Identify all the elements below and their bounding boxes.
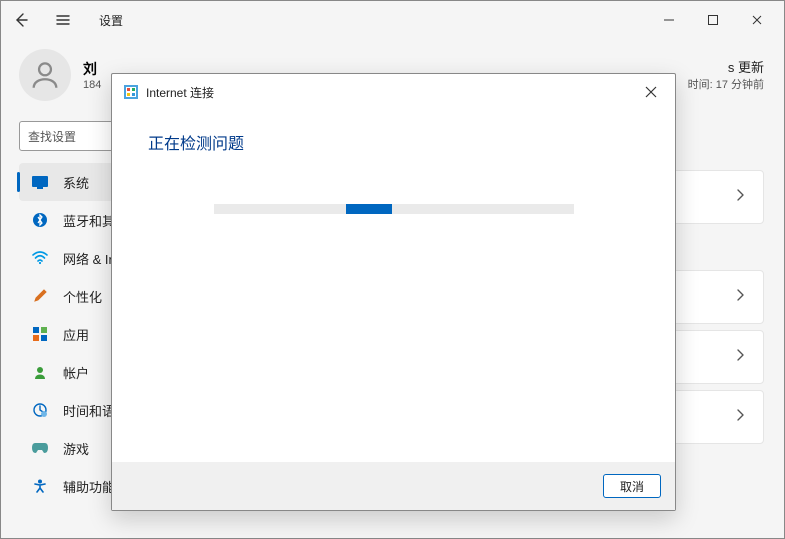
window-title: 设置: [99, 12, 123, 29]
account-icon: [31, 363, 49, 381]
nav-label: 时间和语: [63, 401, 115, 420]
nav-label: 帐户: [63, 363, 89, 382]
brush-icon: [31, 287, 49, 305]
progress-bar: [214, 204, 574, 214]
nav-label: 网络 & In: [63, 249, 116, 268]
bluetooth-icon: [31, 211, 49, 229]
maximize-icon: [707, 14, 719, 26]
update-subtitle: 时间: 17 分钟前: [688, 76, 764, 92]
clock-icon: [31, 401, 49, 419]
hamburger-icon: [55, 12, 71, 28]
chevron-right-icon: [735, 348, 745, 367]
nav-label: 应用: [63, 325, 89, 344]
apps-icon: [31, 325, 49, 343]
menu-button[interactable]: [51, 8, 75, 32]
search-placeholder: 查找设置: [28, 128, 76, 145]
dialog-close-button[interactable]: [639, 80, 663, 104]
chevron-right-icon: [735, 408, 745, 427]
update-info: s 更新 时间: 17 分钟前: [688, 57, 764, 92]
close-button[interactable]: [748, 11, 766, 29]
gamepad-icon: [31, 439, 49, 457]
nav-label: 系统: [63, 173, 89, 192]
user-info: 刘 184: [83, 59, 101, 91]
close-icon: [645, 86, 657, 98]
nav-label: 蓝牙和其: [63, 211, 115, 230]
cancel-button[interactable]: 取消: [603, 474, 661, 498]
titlebar: 设置: [1, 1, 784, 39]
wifi-icon: [31, 249, 49, 267]
user-detail: 184: [83, 79, 101, 91]
minimize-button[interactable]: [660, 11, 678, 29]
dialog-title: Internet 连接: [146, 84, 214, 101]
progress-fill: [346, 204, 392, 214]
dialog-footer: 取消: [112, 462, 675, 510]
diagnostic-icon: [124, 85, 138, 99]
back-button[interactable]: [9, 8, 33, 32]
user-icon: [28, 58, 62, 92]
maximize-button[interactable]: [704, 11, 722, 29]
dialog-header: Internet 连接: [112, 74, 675, 110]
close-icon: [751, 14, 763, 26]
accessibility-icon: [31, 477, 49, 495]
user-name: 刘: [83, 59, 101, 79]
arrow-left-icon: [13, 12, 29, 28]
window-controls: [660, 11, 776, 29]
avatar: [19, 49, 71, 101]
system-icon: [31, 173, 49, 191]
update-title: s 更新: [688, 57, 764, 76]
minimize-icon: [663, 14, 675, 26]
troubleshoot-dialog: Internet 连接 正在检测问题 取消: [111, 73, 676, 511]
nav-label: 个性化: [63, 287, 102, 306]
chevron-right-icon: [735, 188, 745, 207]
chevron-right-icon: [735, 288, 745, 307]
nav-label: 游戏: [63, 439, 89, 458]
dialog-body: 正在检测问题: [112, 110, 675, 462]
titlebar-left: 设置: [9, 8, 123, 32]
nav-label: 辅助功能: [63, 477, 115, 496]
dialog-heading: 正在检测问题: [148, 130, 639, 154]
